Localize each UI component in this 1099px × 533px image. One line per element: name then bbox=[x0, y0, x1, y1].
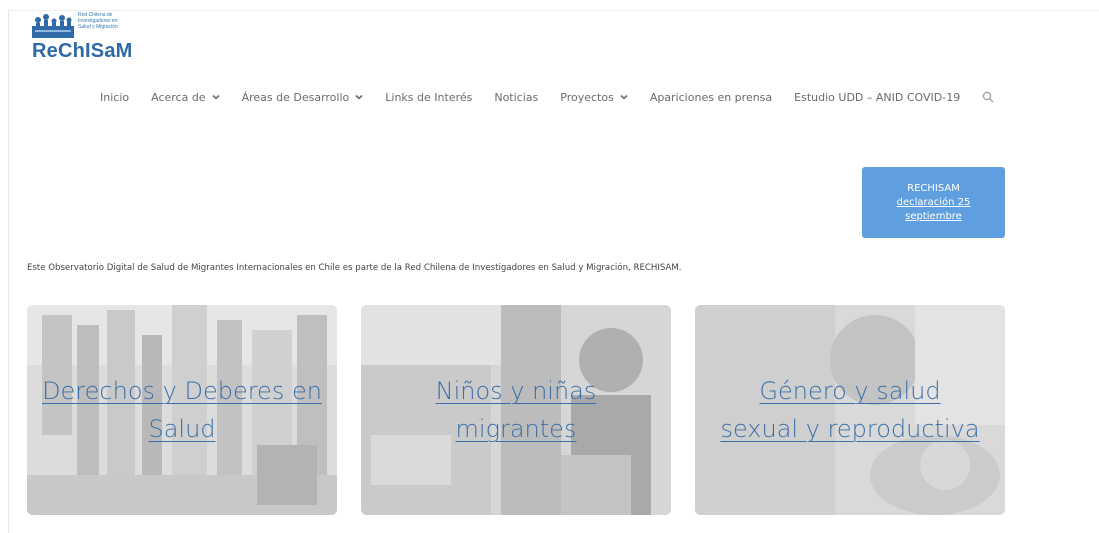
declaration-button[interactable]: RECHISAM declaración 25 septiembre bbox=[862, 167, 1005, 238]
nav-item-links-de-interes[interactable]: Links de Interés bbox=[385, 91, 472, 104]
declaration-button-line: RECHISAM bbox=[907, 182, 960, 194]
card-derechos-deberes[interactable]: Derechos y Deberes en Salud bbox=[27, 305, 337, 515]
nav-item-label: Proyectos bbox=[560, 90, 614, 104]
card-title-line: Género y salud bbox=[759, 377, 941, 405]
nav-item-label: Noticias bbox=[494, 90, 539, 104]
declaration-button-line: septiembre bbox=[905, 210, 962, 222]
card-title-line: migrantes bbox=[455, 415, 577, 443]
nav-item-label: Acerca de bbox=[151, 90, 206, 104]
intro-text: Este Observatorio Digital de Salud de Mi… bbox=[27, 263, 682, 273]
card-title[interactable]: Niños y niñas migrantes bbox=[361, 305, 671, 515]
logo-tagline-line: Salud y Migración bbox=[78, 24, 118, 30]
logo-people-icon bbox=[32, 14, 74, 38]
logo-name: ReChISaM bbox=[32, 40, 133, 62]
card-title[interactable]: Derechos y Deberes en Salud bbox=[27, 305, 337, 515]
nav-item-apariciones-en-prensa[interactable]: Apariciones en prensa bbox=[650, 91, 772, 104]
nav-item-proyectos[interactable]: Proyectos bbox=[560, 91, 628, 104]
card-ninos-ninas-migrantes[interactable]: Niños y niñas migrantes bbox=[361, 305, 671, 515]
nav-item-label: Áreas de Desarrollo bbox=[241, 90, 350, 104]
declaration-button-label: RECHISAM declaración 25 septiembre bbox=[894, 182, 974, 224]
chevron-down-icon bbox=[620, 94, 628, 100]
nav-item-label: Inicio bbox=[100, 90, 130, 104]
card-title-line: Derechos y Deberes en bbox=[42, 377, 322, 405]
nav-item-areas-de-desarrollo[interactable]: Áreas de Desarrollo bbox=[242, 91, 364, 104]
chevron-down-icon bbox=[355, 94, 363, 100]
nav-item-acerca-de[interactable]: Acerca de bbox=[151, 90, 220, 104]
nav-item-label: Apariciones en prensa bbox=[649, 90, 773, 104]
card-title[interactable]: Género y salud sexual y reproductiva bbox=[695, 305, 1005, 515]
nav-item-noticias[interactable]: Noticias bbox=[494, 91, 538, 104]
search-icon[interactable] bbox=[982, 91, 994, 103]
card-title-line: sexual y reproductiva bbox=[720, 415, 980, 443]
nav-item-label: Links de Interés bbox=[385, 90, 473, 104]
nav-item-label: Estudio UDD – ANID COVID-19 bbox=[794, 90, 961, 104]
chevron-down-icon bbox=[212, 94, 220, 100]
main-nav: Inicio Acerca de Áreas de Desarrollo Lin… bbox=[100, 86, 994, 108]
nav-item-estudio-udd[interactable]: Estudio UDD – ANID COVID-19 bbox=[794, 91, 960, 104]
declaration-button-line: declaración 25 bbox=[896, 196, 971, 208]
card-genero-salud-sexual[interactable]: Género y salud sexual y reproductiva bbox=[695, 305, 1005, 515]
logo-tagline: Red Chilena de Investigadores en Salud y… bbox=[78, 12, 148, 30]
site-logo[interactable]: Red Chilena de Investigadores en Salud y… bbox=[30, 12, 150, 62]
card-title-line: Niños y niñas bbox=[435, 377, 597, 405]
nav-item-inicio[interactable]: Inicio bbox=[100, 91, 129, 104]
card-title-line: Salud bbox=[148, 415, 216, 443]
